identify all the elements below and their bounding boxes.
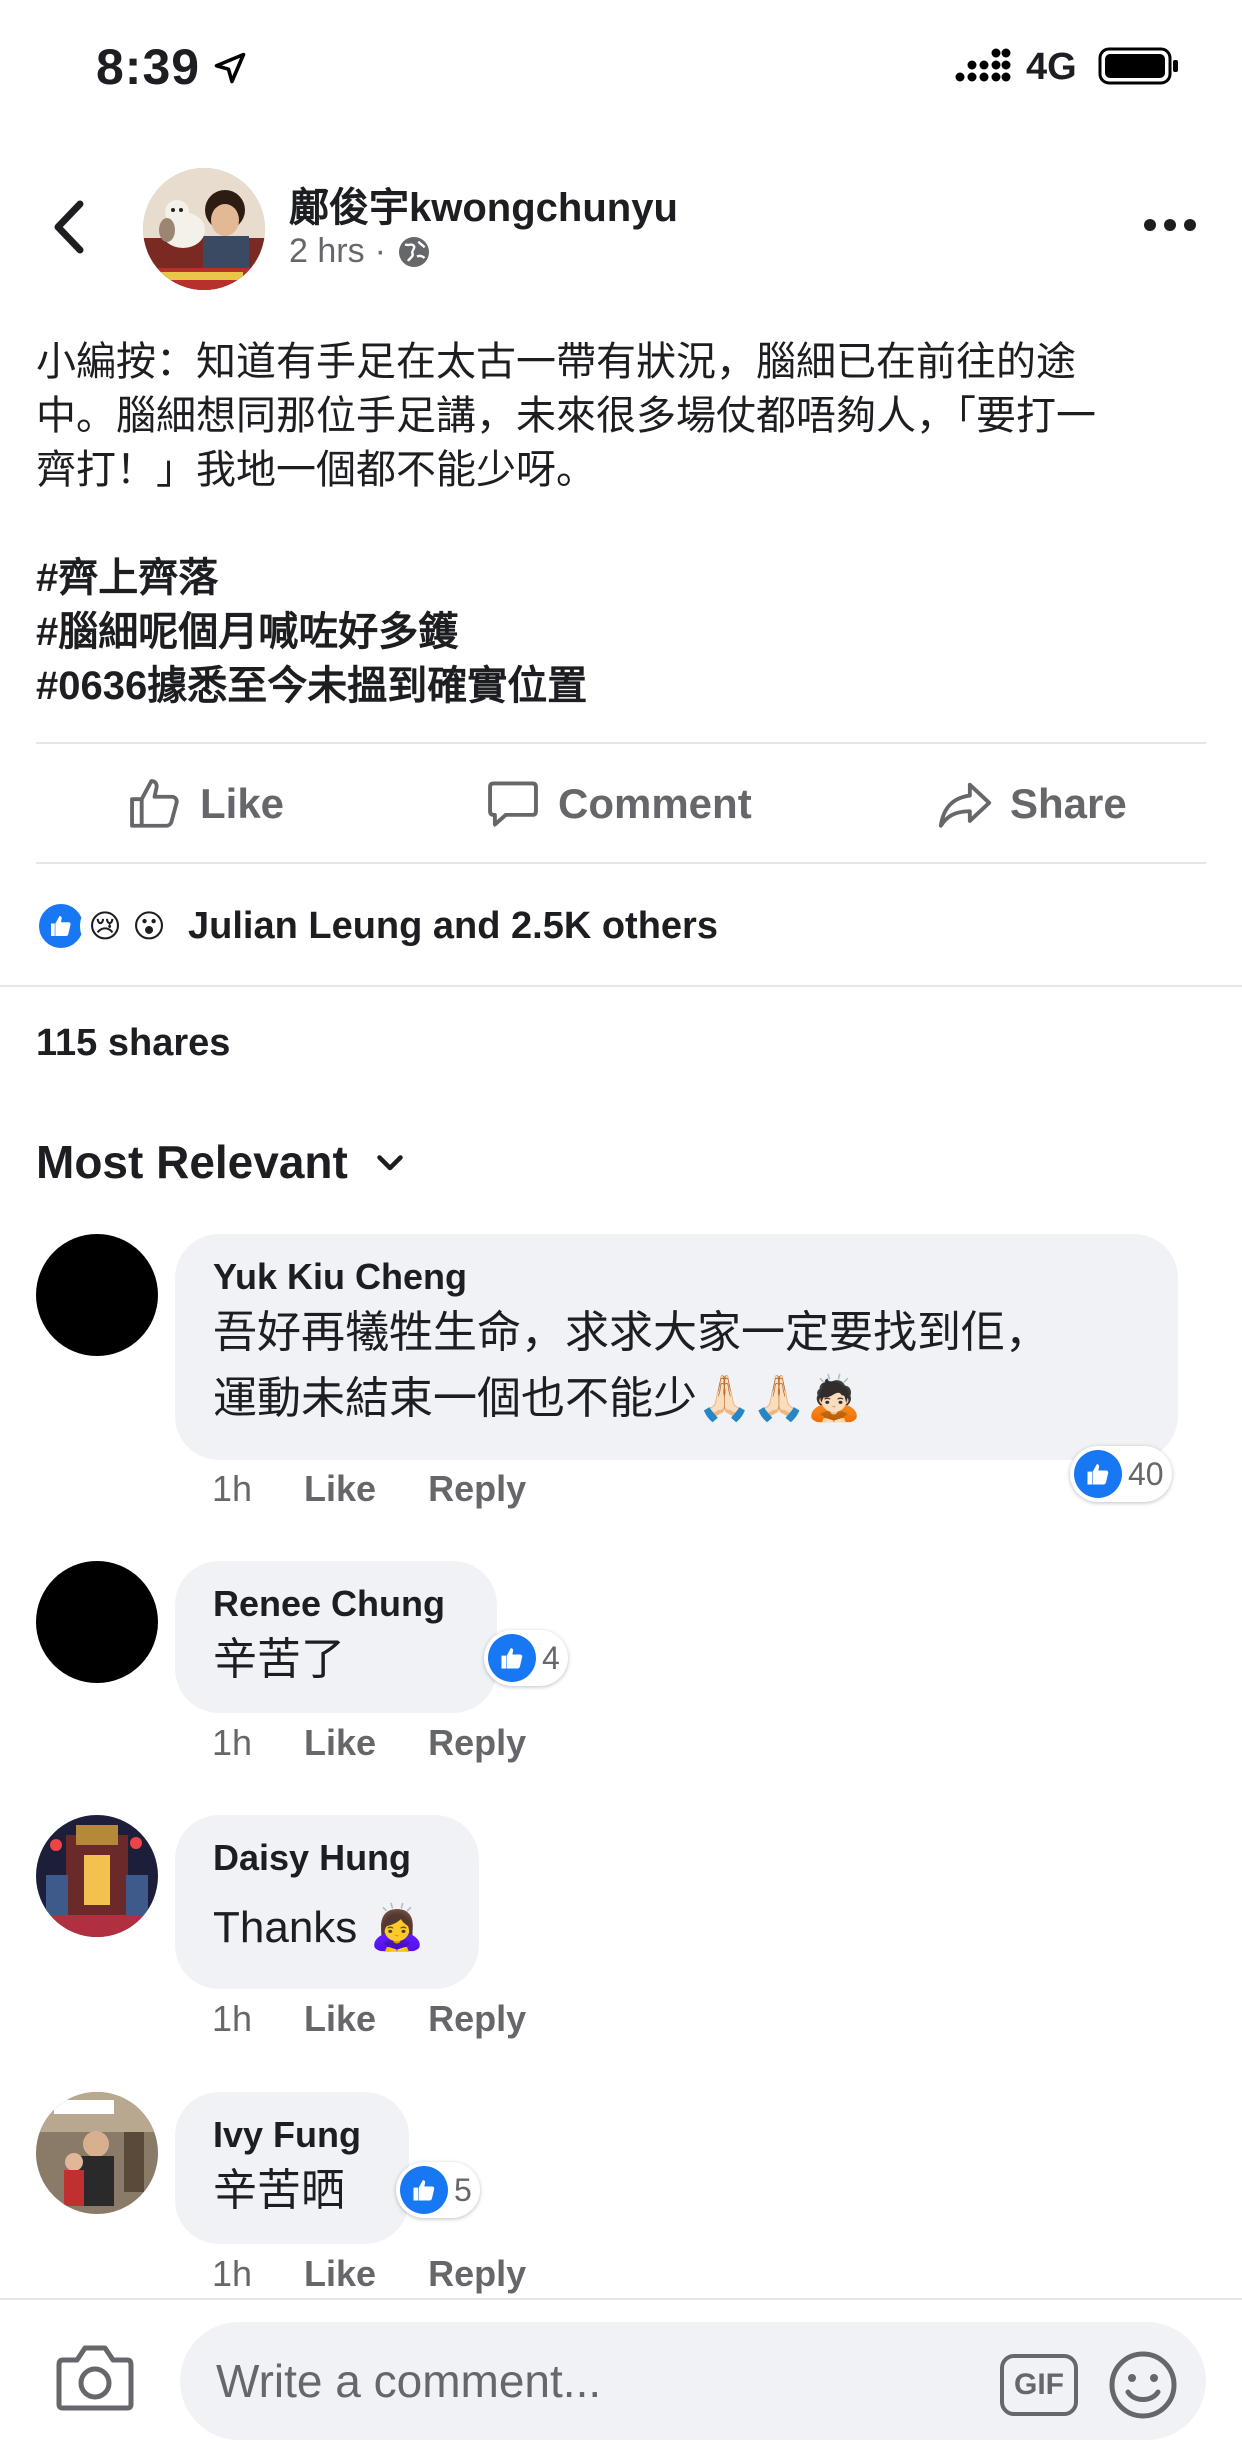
comment-like-count[interactable]: 4 bbox=[484, 1630, 568, 1686]
commenter-avatar[interactable] bbox=[36, 1234, 158, 1356]
thumbs-up-icon bbox=[130, 779, 179, 828]
comment-reply-link[interactable]: Reply bbox=[428, 1722, 526, 1764]
comment-like-link[interactable]: Like bbox=[304, 2253, 376, 2295]
more-options-button[interactable] bbox=[1140, 210, 1200, 240]
hashtag-link[interactable]: #齊上齊落 bbox=[36, 551, 1216, 605]
comment-bubble: Yuk Kiu Cheng 吾好再犧牲生命，求求大家一定要找到佢， 運動未結束一… bbox=[175, 1234, 1178, 1460]
like-count: 4 bbox=[542, 1639, 560, 1676]
comment-text: 辛苦晒 bbox=[213, 2166, 345, 2215]
comment-text: 運動未結束一個也不能少🙏🏻🙏🏻🙇🏻 bbox=[213, 1374, 862, 1423]
camera-icon[interactable] bbox=[55, 2340, 135, 2414]
comment-text: 辛苦了 bbox=[213, 1635, 345, 1684]
divider bbox=[0, 985, 1242, 987]
comment-like-count[interactable]: 40 bbox=[1070, 1446, 1172, 1502]
chevron-down-icon bbox=[377, 1155, 403, 1171]
post-meta: 2 hrs · bbox=[289, 232, 432, 271]
wow-icon: 😮 bbox=[124, 901, 174, 951]
shares-count[interactable]: 115 shares bbox=[36, 1022, 230, 1065]
post-line: 中。腦細想同那位手足講，未來很多場仗都唔夠人，「要打一 bbox=[36, 394, 1096, 438]
comment-meta: 1h Like Reply bbox=[212, 1468, 526, 1510]
divider bbox=[36, 742, 1206, 744]
meta-separator: · bbox=[374, 232, 386, 270]
comment-reply-link[interactable]: Reply bbox=[428, 2253, 526, 2295]
comment-time[interactable]: 1h bbox=[212, 1722, 252, 1764]
like-icon bbox=[400, 2166, 448, 2214]
commenter-name[interactable]: Renee Chung bbox=[213, 1581, 459, 1627]
globe-icon bbox=[398, 236, 429, 267]
like-icon bbox=[488, 1634, 536, 1682]
comment-text: 吾好再犧牲生命，求求大家一定要找到佢， bbox=[213, 1308, 1049, 1357]
comment-like-link[interactable]: Like bbox=[304, 1722, 376, 1764]
comment-meta: 1h Like Reply bbox=[212, 2253, 526, 2295]
back-button[interactable] bbox=[40, 192, 100, 262]
post-line: 小編按：知道有手足在太古一帶有狀況，腦細已在前往的途 bbox=[36, 340, 1076, 384]
share-label: Share bbox=[1010, 780, 1127, 827]
comment-meta: 1h Like Reply bbox=[212, 1998, 526, 2040]
comment-bubble: Daisy Hung Thanks 🙇‍♀️ bbox=[175, 1815, 479, 1989]
status-bar: 8:39 4G bbox=[0, 0, 1242, 135]
like-icon bbox=[1074, 1450, 1122, 1498]
share-arrow-icon bbox=[938, 782, 992, 828]
reactions-summary[interactable]: 😢 😮 Julian Leung and 2.5K others bbox=[36, 896, 718, 956]
sad-icon: 😢 bbox=[80, 901, 130, 951]
comment-time[interactable]: 1h bbox=[212, 2253, 252, 2295]
post-actions: Like Comment Share bbox=[0, 745, 1242, 863]
share-button[interactable]: Share bbox=[936, 745, 1127, 863]
author-avatar[interactable] bbox=[143, 168, 265, 290]
comment-bubble: Renee Chung 辛苦了 bbox=[175, 1561, 497, 1713]
comment-like-count[interactable]: 5 bbox=[396, 2162, 480, 2218]
commenter-avatar[interactable] bbox=[36, 1561, 158, 1683]
sort-label: Most Relevant bbox=[36, 1136, 348, 1188]
comment-button[interactable]: Comment bbox=[484, 745, 752, 863]
comment-bubble: Ivy Fung 辛苦晒 bbox=[175, 2092, 409, 2244]
commenter-name[interactable]: Yuk Kiu Cheng bbox=[213, 1254, 1140, 1300]
commenter-avatar[interactable] bbox=[36, 2092, 158, 2214]
post-time[interactable]: 2 hrs bbox=[289, 232, 365, 271]
comment-bubble-icon bbox=[488, 781, 538, 827]
comment-meta: 1h Like Reply bbox=[212, 1722, 526, 1764]
reactions-names: Julian Leung and 2.5K others bbox=[188, 904, 718, 947]
divider bbox=[36, 862, 1206, 864]
location-arrow-icon bbox=[214, 52, 246, 84]
comment-time[interactable]: 1h bbox=[212, 1468, 252, 1510]
comment-time[interactable]: 1h bbox=[212, 1998, 252, 2040]
like-button[interactable]: Like bbox=[126, 745, 284, 863]
gif-button[interactable]: GIF bbox=[1000, 2354, 1078, 2416]
comment-label: Comment bbox=[558, 780, 752, 827]
author-name[interactable]: 鄺俊宇kwongchunyu bbox=[289, 175, 678, 233]
like-icon bbox=[36, 901, 86, 951]
like-count: 5 bbox=[454, 2171, 472, 2208]
comment-reply-link[interactable]: Reply bbox=[428, 1468, 526, 1510]
like-count: 40 bbox=[1128, 1455, 1164, 1492]
commenter-name[interactable]: Daisy Hung bbox=[213, 1835, 441, 1881]
commenter-name[interactable]: Ivy Fung bbox=[213, 2112, 371, 2158]
post-line: 齊打！」我地一個都不能少呀。 bbox=[36, 448, 596, 492]
hashtag-link[interactable]: #腦細呢個月喊咗好多鑊 bbox=[36, 605, 1216, 659]
comment-reply-link[interactable]: Reply bbox=[428, 1998, 526, 2040]
comment-like-link[interactable]: Like bbox=[304, 1998, 376, 2040]
comment-like-link[interactable]: Like bbox=[304, 1468, 376, 1510]
network-type: 4G bbox=[1026, 46, 1077, 88]
comment-sort-dropdown[interactable]: Most Relevant bbox=[36, 1135, 408, 1189]
status-time: 8:39 bbox=[96, 39, 201, 95]
comment-text: Thanks 🙇‍♀️ bbox=[213, 1903, 425, 1952]
comment-composer: GIF bbox=[0, 2298, 1242, 2453]
hashtag-link[interactable]: #0636據悉至今未搵到確實位置 bbox=[36, 659, 1216, 713]
post-text: 小編按：知道有手足在太古一帶有狀況，腦細已在前往的途 中。腦細想同那位手足講，未… bbox=[36, 335, 1216, 713]
emoji-icon[interactable] bbox=[1108, 2350, 1178, 2420]
battery-icon bbox=[1098, 47, 1178, 85]
signal-icon bbox=[955, 48, 1011, 82]
like-label: Like bbox=[200, 780, 285, 827]
commenter-avatar[interactable] bbox=[36, 1815, 158, 1937]
